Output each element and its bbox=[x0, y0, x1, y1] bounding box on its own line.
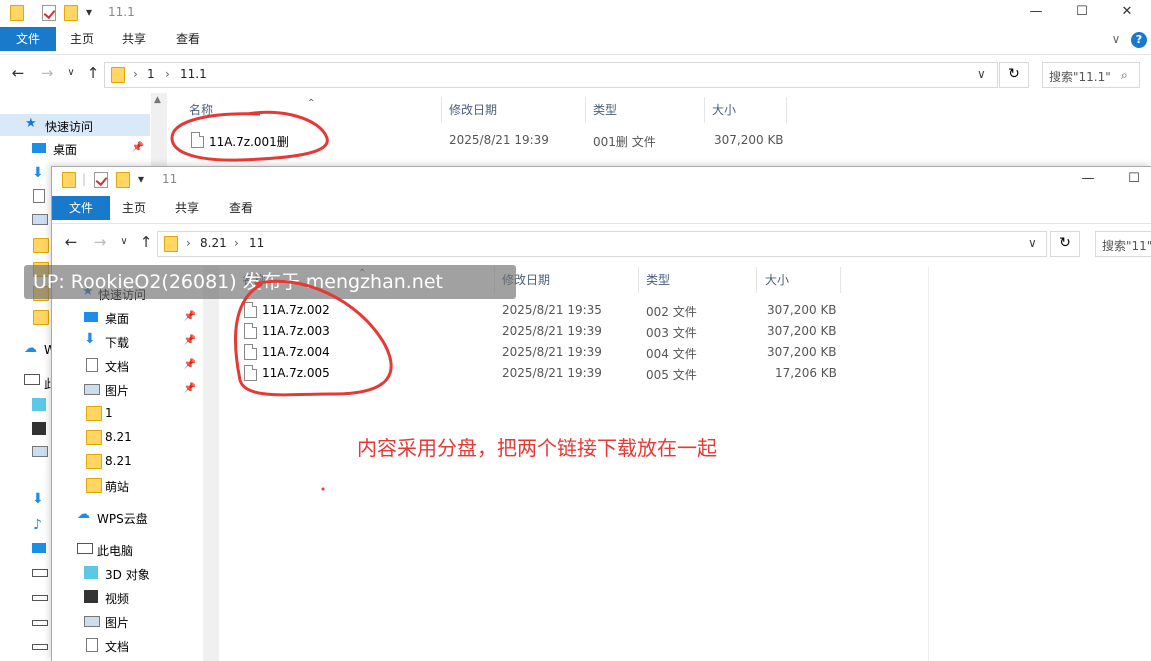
red-circle-annotation bbox=[234, 279, 393, 397]
red-dot-annotation bbox=[321, 487, 325, 491]
annotation-overlay bbox=[170, 110, 393, 491]
red-circle-annotation bbox=[170, 110, 329, 162]
annotation-text: 内容采用分盘，把两个链接下载放在一起 bbox=[357, 436, 717, 460]
